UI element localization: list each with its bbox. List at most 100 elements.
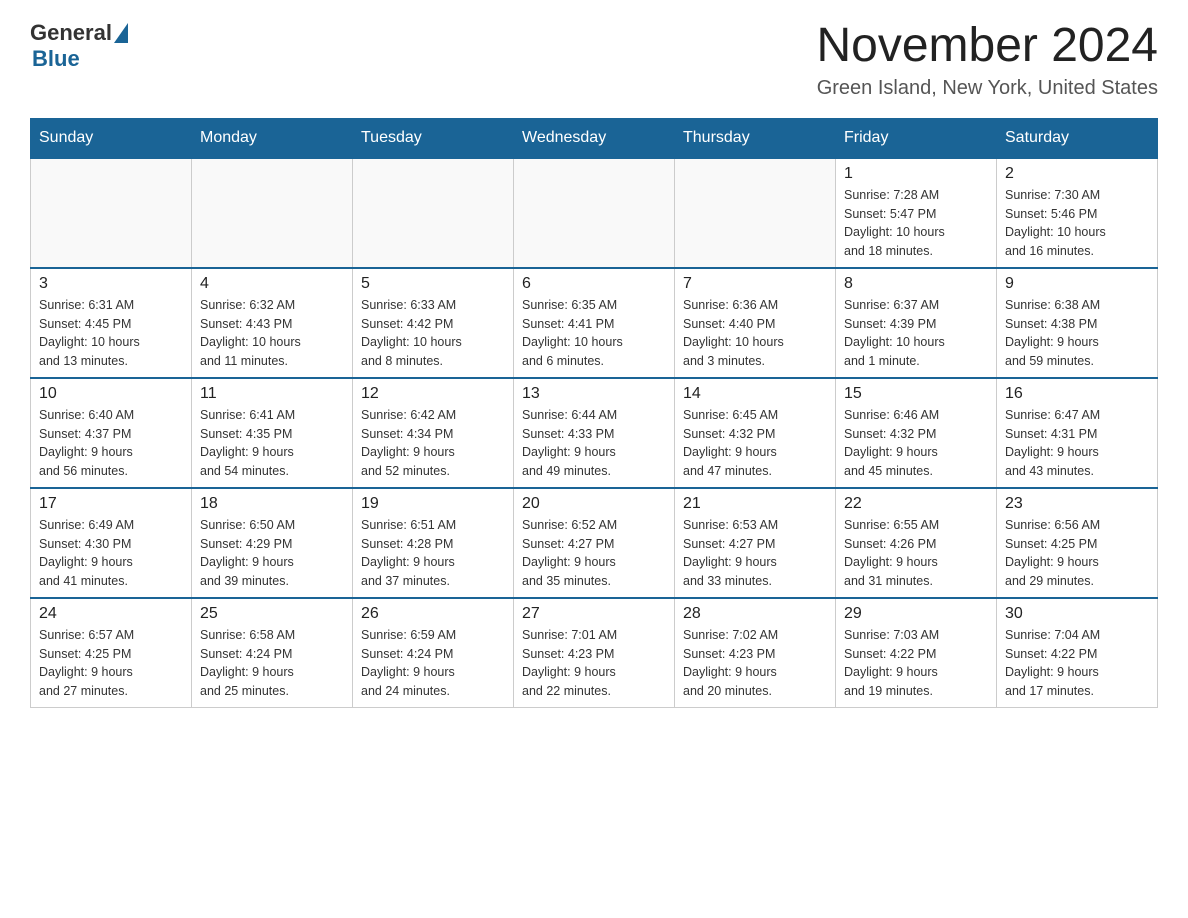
calendar-cell: 5 Sunrise: 6:33 AM Sunset: 4:42 PM Daylig…	[353, 268, 514, 378]
day-info: Sunrise: 7:30 AM Sunset: 5:46 PM Dayligh…	[1005, 186, 1149, 261]
day-info: Sunrise: 6:37 AM Sunset: 4:39 PM Dayligh…	[844, 296, 988, 371]
calendar-cell: 26Sunrise: 6:59 AM Sunset: 4:24 PM Dayli…	[353, 598, 514, 708]
calendar-cell: 28 Sunrise: 7:02 AM Sunset: 4:23 PM Dayli…	[675, 598, 836, 708]
calendar-body: 1 Sunrise: 7:28 AM Sunset: 5:47 PM Daylig…	[31, 158, 1158, 708]
calendar-cell: 22 Sunrise: 6:55 AM Sunset: 4:26 PM Dayli…	[836, 488, 997, 598]
header-day-wednesday: Wednesday	[514, 118, 675, 158]
day-number: 6	[522, 275, 666, 293]
calendar-cell: 16 Sunrise: 6:47 AM Sunset: 4:31 PM Dayli…	[997, 378, 1158, 488]
calendar-week-4: 17 Sunrise: 6:49 AM Sunset: 4:30 PM Dayli…	[31, 488, 1158, 598]
day-info: Sunrise: 7:04 AM Sunset: 4:22 PM Dayligh…	[1005, 626, 1149, 701]
calendar-week-2: 3 Sunrise: 6:31 AM Sunset: 4:45 PM Daylig…	[31, 268, 1158, 378]
day-number: 20	[522, 495, 666, 513]
calendar-cell	[514, 158, 675, 268]
calendar-cell: 23 Sunrise: 6:56 AM Sunset: 4:25 PM Dayli…	[997, 488, 1158, 598]
title-section: November 2024 Green Island, New York, Un…	[816, 20, 1158, 100]
calendar-cell: 24 Sunrise: 6:57 AM Sunset: 4:25 PM Dayli…	[31, 598, 192, 708]
day-info: Sunrise: 6:57 AM Sunset: 4:25 PM Dayligh…	[39, 626, 183, 701]
day-info: Sunrise: 6:51 AM Sunset: 4:28 PM Dayligh…	[361, 516, 505, 591]
calendar-table: SundayMondayTuesdayWednesdayThursdayFrid…	[30, 118, 1158, 709]
day-number: 14	[683, 385, 827, 403]
day-info: Sunrise: 6:58 AM Sunset: 4:24 PM Dayligh…	[200, 626, 344, 701]
calendar-cell: 29Sunrise: 7:03 AM Sunset: 4:22 PM Dayli…	[836, 598, 997, 708]
calendar-cell: 13Sunrise: 6:44 AM Sunset: 4:33 PM Dayli…	[514, 378, 675, 488]
day-number: 28	[683, 605, 827, 623]
day-number: 8	[844, 275, 988, 293]
header-row: SundayMondayTuesdayWednesdayThursdayFrid…	[31, 118, 1158, 158]
day-number: 18	[200, 495, 344, 513]
page-subtitle: Green Island, New York, United States	[816, 77, 1158, 100]
calendar-cell: 7Sunrise: 6:36 AM Sunset: 4:40 PM Daylig…	[675, 268, 836, 378]
day-info: Sunrise: 6:46 AM Sunset: 4:32 PM Dayligh…	[844, 406, 988, 481]
day-info: Sunrise: 7:02 AM Sunset: 4:23 PM Dayligh…	[683, 626, 827, 701]
day-number: 19	[361, 495, 505, 513]
day-number: 13	[522, 385, 666, 403]
day-number: 2	[1005, 165, 1149, 183]
day-info: Sunrise: 6:59 AM Sunset: 4:24 PM Dayligh…	[361, 626, 505, 701]
day-number: 16	[1005, 385, 1149, 403]
day-info: Sunrise: 6:45 AM Sunset: 4:32 PM Dayligh…	[683, 406, 827, 481]
calendar-cell: 21 Sunrise: 6:53 AM Sunset: 4:27 PM Dayli…	[675, 488, 836, 598]
day-number: 23	[1005, 495, 1149, 513]
day-info: Sunrise: 6:36 AM Sunset: 4:40 PM Dayligh…	[683, 296, 827, 371]
day-info: Sunrise: 6:55 AM Sunset: 4:26 PM Dayligh…	[844, 516, 988, 591]
calendar-cell: 10 Sunrise: 6:40 AM Sunset: 4:37 PM Dayli…	[31, 378, 192, 488]
day-number: 22	[844, 495, 988, 513]
calendar-cell: 19 Sunrise: 6:51 AM Sunset: 4:28 PM Dayli…	[353, 488, 514, 598]
day-info: Sunrise: 6:52 AM Sunset: 4:27 PM Dayligh…	[522, 516, 666, 591]
day-info: Sunrise: 6:31 AM Sunset: 4:45 PM Dayligh…	[39, 296, 183, 371]
calendar-cell	[353, 158, 514, 268]
day-number: 1	[844, 165, 988, 183]
day-number: 11	[200, 385, 344, 403]
day-number: 3	[39, 275, 183, 293]
logo-triangle-icon	[114, 23, 128, 43]
day-info: Sunrise: 6:40 AM Sunset: 4:37 PM Dayligh…	[39, 406, 183, 481]
calendar-cell: 20 Sunrise: 6:52 AM Sunset: 4:27 PM Dayli…	[514, 488, 675, 598]
day-info: Sunrise: 6:50 AM Sunset: 4:29 PM Dayligh…	[200, 516, 344, 591]
calendar-cell: 4Sunrise: 6:32 AM Sunset: 4:43 PM Daylig…	[192, 268, 353, 378]
day-number: 17	[39, 495, 183, 513]
calendar-cell: 9Sunrise: 6:38 AM Sunset: 4:38 PM Daylig…	[997, 268, 1158, 378]
day-number: 24	[39, 605, 183, 623]
logo: General Blue	[30, 20, 128, 72]
header-day-friday: Friday	[836, 118, 997, 158]
header-day-tuesday: Tuesday	[353, 118, 514, 158]
calendar-cell: 12 Sunrise: 6:42 AM Sunset: 4:34 PM Dayli…	[353, 378, 514, 488]
calendar-header: SundayMondayTuesdayWednesdayThursdayFrid…	[31, 118, 1158, 158]
day-number: 10	[39, 385, 183, 403]
logo-blue-text: Blue	[30, 46, 80, 72]
calendar-cell	[675, 158, 836, 268]
calendar-cell: 18 Sunrise: 6:50 AM Sunset: 4:29 PM Dayli…	[192, 488, 353, 598]
day-info: Sunrise: 6:42 AM Sunset: 4:34 PM Dayligh…	[361, 406, 505, 481]
day-number: 15	[844, 385, 988, 403]
day-info: Sunrise: 6:35 AM Sunset: 4:41 PM Dayligh…	[522, 296, 666, 371]
calendar-cell: 27Sunrise: 7:01 AM Sunset: 4:23 PM Dayli…	[514, 598, 675, 708]
calendar-cell: 30 Sunrise: 7:04 AM Sunset: 4:22 PM Dayli…	[997, 598, 1158, 708]
day-info: Sunrise: 6:41 AM Sunset: 4:35 PM Dayligh…	[200, 406, 344, 481]
day-info: Sunrise: 6:32 AM Sunset: 4:43 PM Dayligh…	[200, 296, 344, 371]
calendar-week-5: 24 Sunrise: 6:57 AM Sunset: 4:25 PM Dayli…	[31, 598, 1158, 708]
calendar-cell: 15 Sunrise: 6:46 AM Sunset: 4:32 PM Dayli…	[836, 378, 997, 488]
day-info: Sunrise: 6:49 AM Sunset: 4:30 PM Dayligh…	[39, 516, 183, 591]
day-number: 21	[683, 495, 827, 513]
calendar-cell	[192, 158, 353, 268]
day-info: Sunrise: 7:03 AM Sunset: 4:22 PM Dayligh…	[844, 626, 988, 701]
header-day-monday: Monday	[192, 118, 353, 158]
day-number: 27	[522, 605, 666, 623]
day-number: 30	[1005, 605, 1149, 623]
day-number: 5	[361, 275, 505, 293]
calendar-cell: 14 Sunrise: 6:45 AM Sunset: 4:32 PM Dayli…	[675, 378, 836, 488]
day-number: 12	[361, 385, 505, 403]
calendar-week-1: 1 Sunrise: 7:28 AM Sunset: 5:47 PM Daylig…	[31, 158, 1158, 268]
day-info: Sunrise: 7:28 AM Sunset: 5:47 PM Dayligh…	[844, 186, 988, 261]
day-info: Sunrise: 6:33 AM Sunset: 4:42 PM Dayligh…	[361, 296, 505, 371]
day-info: Sunrise: 6:56 AM Sunset: 4:25 PM Dayligh…	[1005, 516, 1149, 591]
day-info: Sunrise: 6:53 AM Sunset: 4:27 PM Dayligh…	[683, 516, 827, 591]
day-info: Sunrise: 6:47 AM Sunset: 4:31 PM Dayligh…	[1005, 406, 1149, 481]
header-day-thursday: Thursday	[675, 118, 836, 158]
calendar-cell: 11 Sunrise: 6:41 AM Sunset: 4:35 PM Dayli…	[192, 378, 353, 488]
calendar-cell: 8 Sunrise: 6:37 AM Sunset: 4:39 PM Daylig…	[836, 268, 997, 378]
calendar-cell: 6 Sunrise: 6:35 AM Sunset: 4:41 PM Daylig…	[514, 268, 675, 378]
page-header: General Blue November 2024 Green Island,…	[30, 20, 1158, 100]
day-number: 25	[200, 605, 344, 623]
